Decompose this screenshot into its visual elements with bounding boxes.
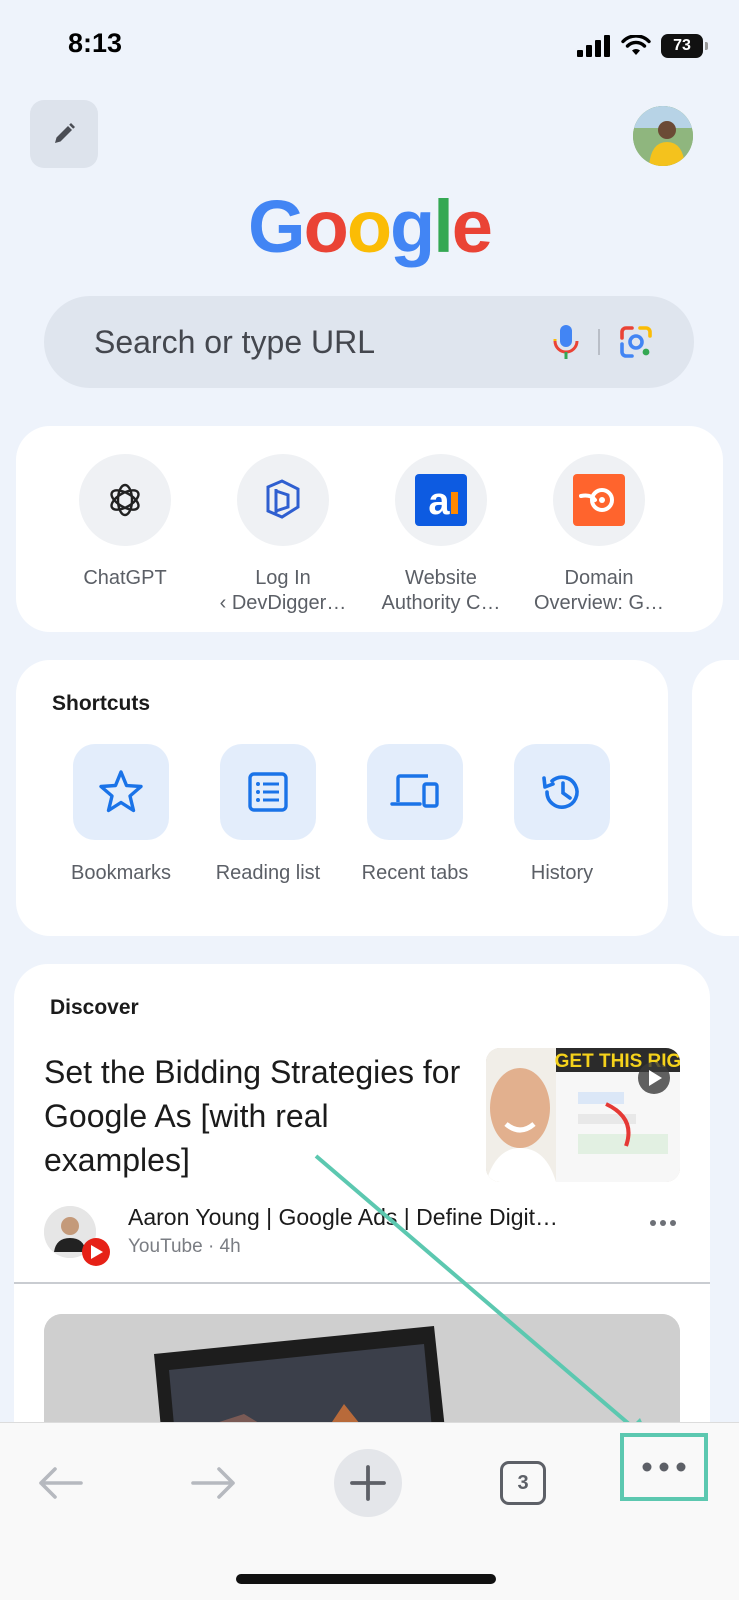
- plus-icon: [350, 1465, 386, 1501]
- annotation-arrow: [314, 1154, 652, 1444]
- back-button[interactable]: [32, 1451, 88, 1515]
- home-indicator: [236, 1574, 496, 1584]
- more-horizontal-icon: [642, 1462, 686, 1472]
- tab-switcher-button[interactable]: 3: [500, 1461, 546, 1505]
- back-arrow-icon: [39, 1467, 83, 1499]
- forward-button[interactable]: [186, 1451, 242, 1515]
- new-tab-button[interactable]: [334, 1449, 402, 1517]
- more-menu-button[interactable]: [620, 1433, 708, 1501]
- forward-arrow-icon: [191, 1467, 235, 1499]
